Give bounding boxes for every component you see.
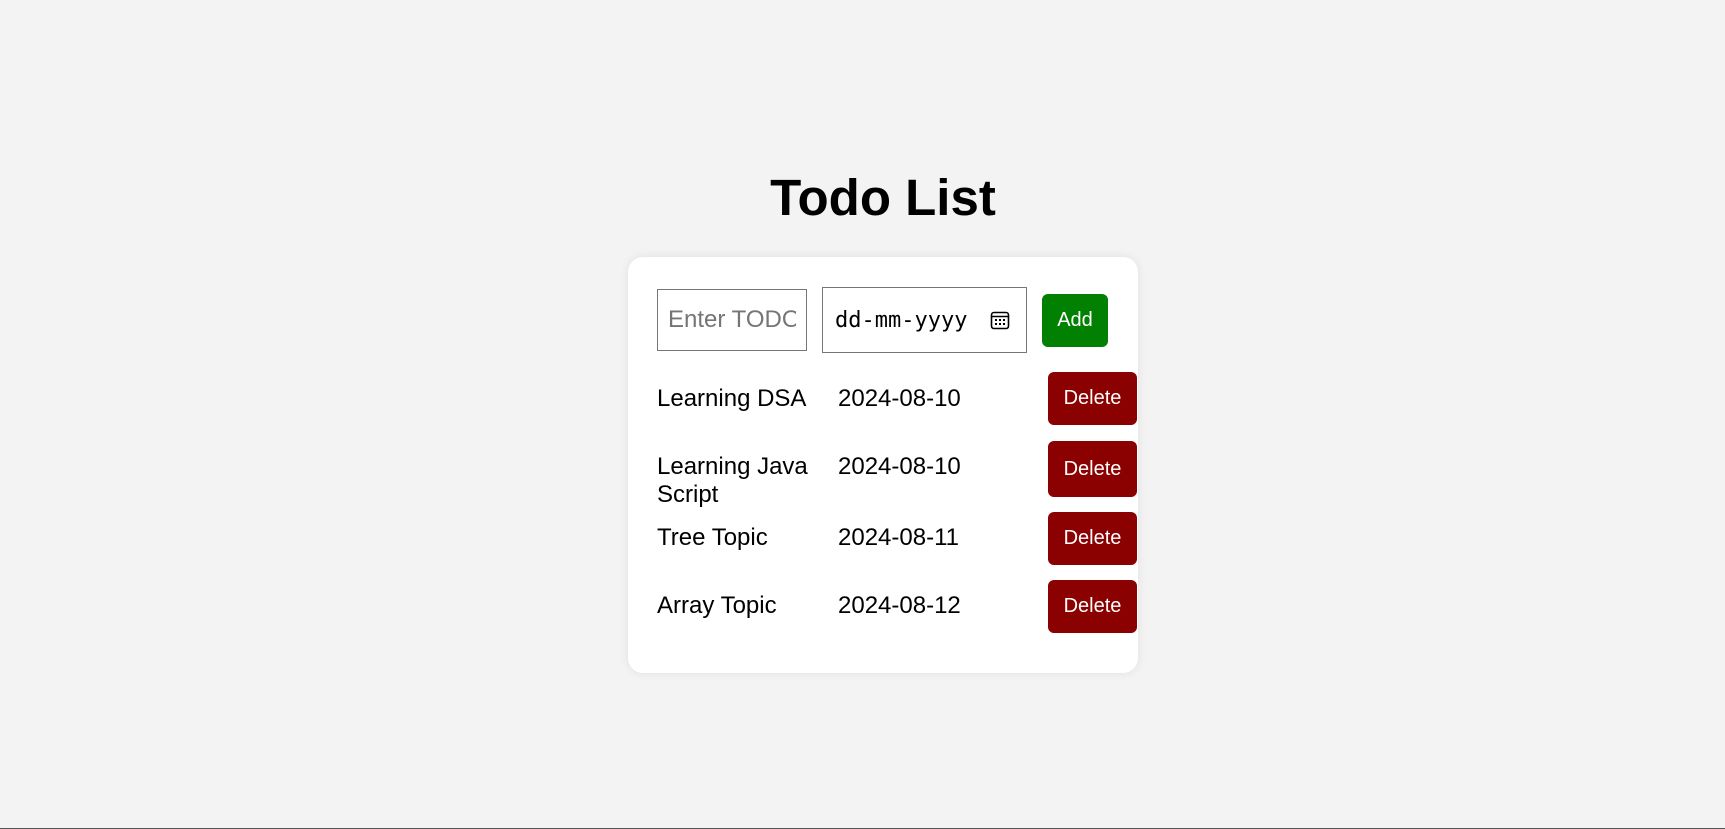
todo-name: Learning Java Script (657, 453, 808, 508)
date-placeholder: dd-mm-yyyy (835, 308, 968, 333)
todo-name: Array Topic (657, 592, 777, 619)
todo-date: 2024-08-11 (838, 524, 959, 551)
date-input[interactable]: dd-mm-yyyy (822, 287, 1027, 353)
todo-name: Tree Topic (657, 524, 768, 551)
todo-card: dd-mm-yyyy Add Learning DSA 2024-08-10 D… (628, 257, 1138, 673)
delete-button[interactable]: Delete (1048, 441, 1137, 497)
todo-date: 2024-08-10 (838, 453, 961, 480)
page-title: Todo List (770, 169, 996, 226)
calendar-icon[interactable] (990, 310, 1010, 330)
todo-date: 2024-08-10 (838, 385, 961, 412)
delete-button[interactable]: Delete (1048, 512, 1137, 565)
delete-button[interactable]: Delete (1048, 580, 1137, 633)
delete-button[interactable]: Delete (1048, 372, 1137, 425)
add-button[interactable]: Add (1042, 294, 1108, 347)
todo-date: 2024-08-12 (838, 592, 961, 619)
todo-input[interactable] (657, 289, 807, 351)
todo-name: Learning DSA (657, 385, 807, 412)
